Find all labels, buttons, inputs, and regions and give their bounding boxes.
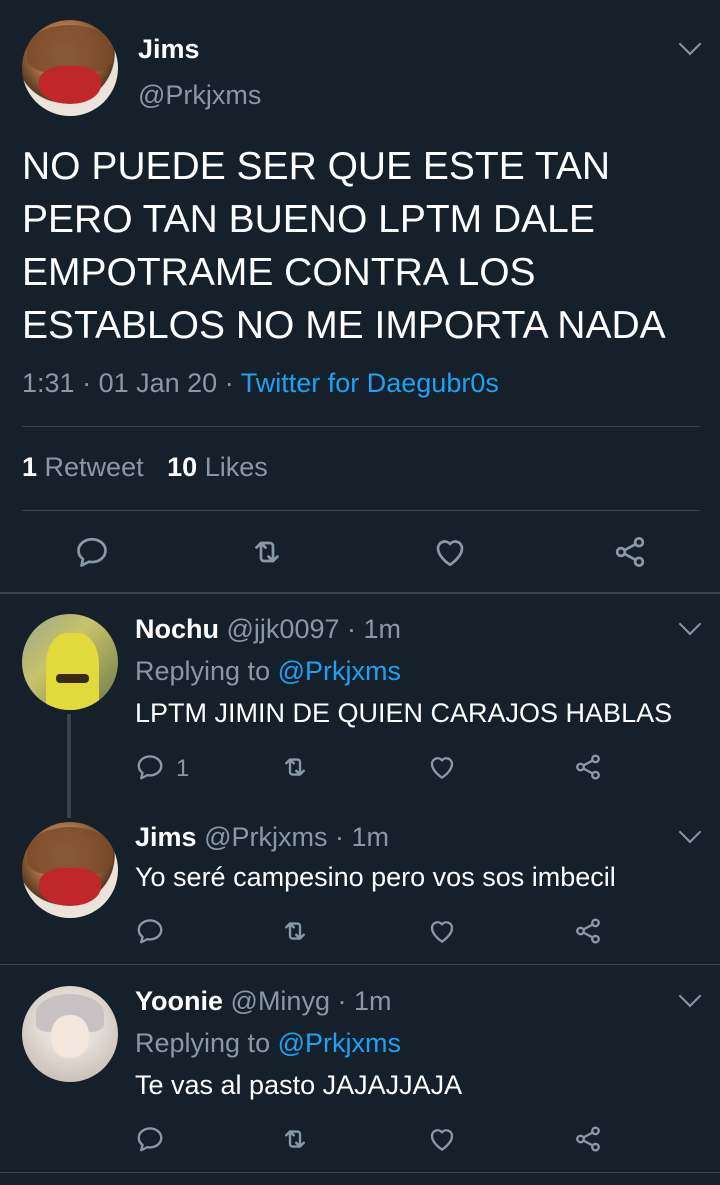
tweet-stats: 1 Retweet 10 Likes <box>22 452 268 483</box>
reply-age: 1m <box>351 822 390 852</box>
share-icon[interactable] <box>573 752 603 782</box>
tweet-time: 1:31 <box>22 368 75 398</box>
reply-author-handle[interactable]: @Minyg <box>231 986 330 1016</box>
retweet-count: 1 <box>22 452 38 482</box>
tweet-date[interactable]: 01 Jan 20 <box>99 368 218 398</box>
reply-author-name[interactable]: Yoonie <box>135 986 223 1016</box>
reply-count: 1 <box>176 755 190 782</box>
reply-header: Jims @Prkjxms · 1m <box>135 822 389 853</box>
share-icon[interactable] <box>612 534 648 570</box>
chevron-down-icon[interactable] <box>678 820 702 844</box>
reply-icon[interactable] <box>135 916 165 946</box>
tweet-text-line: EMPOTRAME CONTRA LOS <box>22 251 536 294</box>
tweet-meta: 1:31 · 01 Jan 20 · Twitter for Daegubr0s <box>22 368 499 399</box>
reply-age: 1m <box>354 986 392 1016</box>
like-count: 10 <box>167 452 198 482</box>
reply-author-name[interactable]: Jims <box>135 822 197 852</box>
like-icon[interactable] <box>432 534 468 570</box>
author-handle[interactable]: @Prkjxms <box>138 80 261 111</box>
author-name[interactable]: Jims <box>138 34 200 65</box>
reply-icon[interactable] <box>74 534 110 570</box>
separator: · <box>347 614 357 644</box>
reply-icon[interactable] <box>135 752 165 782</box>
like-icon[interactable] <box>427 1124 457 1154</box>
divider <box>22 510 700 511</box>
separator: · <box>82 368 92 398</box>
like-icon[interactable] <box>427 916 457 946</box>
reply-author-handle[interactable]: @jjk0097 <box>227 614 340 644</box>
retweet-icon[interactable] <box>280 1124 310 1154</box>
separator: · <box>224 368 234 398</box>
tweet-text: NO PUEDE SER QUE ESTE TAN PERO TAN BUENO… <box>22 140 666 352</box>
chevron-down-icon[interactable] <box>678 612 702 636</box>
retweet-icon[interactable] <box>280 752 310 782</box>
reply-author-name[interactable]: Nochu <box>135 614 219 644</box>
tweet-source-link[interactable]: Twitter for Daegubr0s <box>241 368 499 398</box>
chevron-down-icon[interactable] <box>678 32 702 56</box>
retweet-icon[interactable] <box>280 916 310 946</box>
reply-author-handle[interactable]: @Prkjxms <box>204 822 327 852</box>
replying-to-link[interactable]: @Prkjxms <box>278 656 401 686</box>
divider <box>0 964 720 965</box>
separator: · <box>337 986 347 1016</box>
replying-to: Replying to @Prkjxms <box>135 656 401 687</box>
avatar[interactable] <box>22 822 118 918</box>
tweet-text-line: NO PUEDE SER QUE ESTE TAN <box>22 145 611 188</box>
like-stat[interactable]: 10 Likes <box>167 452 268 482</box>
divider <box>22 426 700 427</box>
share-icon[interactable] <box>573 1124 603 1154</box>
reply-text: Yo seré campesino pero vos sos imbecil <box>135 862 616 892</box>
chevron-down-icon[interactable] <box>678 984 702 1008</box>
like-icon[interactable] <box>427 752 457 782</box>
retweet-label: Retweet <box>44 452 144 482</box>
avatar[interactable] <box>22 986 118 1082</box>
tweet-text-line: ESTABLOS NO ME IMPORTA NADA <box>22 304 666 347</box>
reply-text: Te vas al pasto JAJAJJAJA <box>135 1070 463 1100</box>
avatar[interactable] <box>22 614 118 710</box>
divider <box>0 592 720 594</box>
reply-text: LPTM JIMIN DE QUIEN CARAJOS HABLAS <box>135 698 673 728</box>
replying-to: Replying to @Prkjxms <box>135 1028 401 1059</box>
reply-icon[interactable] <box>135 1124 165 1154</box>
reply-header: Yoonie @Minyg · 1m <box>135 986 392 1017</box>
share-icon[interactable] <box>573 916 603 946</box>
replying-label: Replying to <box>135 1028 271 1058</box>
reply-header: Nochu @jjk0097 · 1m <box>135 614 401 645</box>
replying-to-link[interactable]: @Prkjxms <box>278 1028 401 1058</box>
avatar[interactable] <box>22 20 118 116</box>
like-label: Likes <box>204 452 268 482</box>
reply-age: 1m <box>363 614 402 644</box>
divider <box>0 1172 720 1173</box>
tweet-text-line: PERO TAN BUENO LPTM DALE <box>22 198 595 241</box>
replying-label: Replying to <box>135 656 271 686</box>
retweet-stat[interactable]: 1 Retweet <box>22 452 151 482</box>
retweet-icon[interactable] <box>249 534 285 570</box>
separator: · <box>334 822 344 852</box>
thread-line <box>67 714 71 818</box>
